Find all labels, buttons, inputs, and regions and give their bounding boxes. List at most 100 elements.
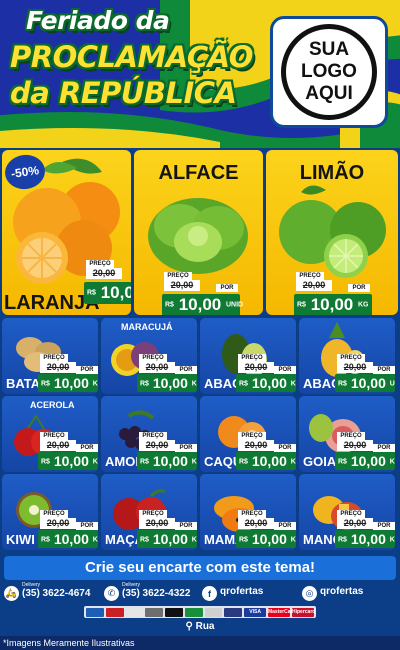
payment-method-icon: card — [125, 607, 144, 617]
price-tag: PREÇO 20,00 POR R$ 10,00 KG — [335, 432, 395, 470]
logo-text-3: AQUI — [305, 83, 353, 104]
cta-banner[interactable]: Crie seu encarte com este tema! — [4, 556, 396, 580]
payment-method-icon: MasterCard — [267, 607, 296, 617]
product-card[interactable]: BATATA PREÇO 20,00 POR R$ 10,00 KG — [2, 318, 98, 394]
old-price: 20,00 — [337, 440, 373, 451]
old-price: 20,00 — [337, 518, 373, 529]
price-tag: PREÇO 20,00 POR R$ 10,00 UNID — [162, 272, 243, 315]
footer: *Imagens Meramente Ilustrativas — [0, 636, 400, 650]
price-label: PREÇO — [86, 260, 114, 268]
product-card[interactable]: ABACATE PREÇO 20,00 POR R$ 10,00 KG — [200, 318, 296, 394]
payment-method-icon: card — [204, 607, 223, 617]
por-label: POR — [274, 522, 296, 530]
product-card[interactable]: MANGA PREÇO 20,00 POR R$ 10,00 KG — [299, 474, 395, 550]
por-label: POR — [175, 522, 197, 530]
product-name: ALFACE — [158, 162, 239, 184]
product-card[interactable]: MAMÃO PREÇO 20,00 POR R$ 10,00 KG — [200, 474, 296, 550]
price-tag: PREÇO 20,00 POR R$ 10,00 KG — [84, 260, 131, 304]
old-price: 20,00 — [139, 440, 175, 451]
por-label: POR — [175, 366, 197, 374]
payment-method-icon: card — [165, 607, 183, 617]
product-card[interactable]: GOIABA PREÇO 20,00 POR R$ 10,00 KG — [299, 396, 395, 472]
product-card[interactable]: ACEROLA PREÇO 20,00 POR R$ 10,00 KG — [2, 396, 98, 472]
product-card[interactable]: ABACAXI PREÇO 20,00 POR R$ 10,00 UN. — [299, 318, 395, 394]
price-tag: PREÇO 20,00 POR R$ 10,00 KG — [38, 510, 98, 548]
facebook-icon: f — [202, 586, 217, 601]
por-label: POR — [274, 444, 296, 452]
new-price: R$ 10,00 KG — [236, 452, 296, 470]
featured-card-laranja[interactable]: -50% LARANJA PREÇO 20,00 POR R$ 10,00 KG — [2, 150, 131, 315]
new-price: R$ 10,00 KG — [38, 374, 98, 392]
featured-card-alface[interactable]: ALFACE PREÇO 20,00 POR R$ 10,00 UNID — [134, 150, 263, 315]
phone-contact-2[interactable]: ✆ Delivery (35) 3622-4322 — [104, 582, 194, 604]
por-label: POR — [348, 284, 370, 292]
price-tag: PREÇO 20,00 POR R$ 10,00 KG — [137, 432, 197, 470]
new-price: R$ 10,00 KG — [38, 530, 98, 548]
new-price: R$ 10,00 KG — [236, 530, 296, 548]
product-card[interactable]: CAQUI PREÇO 20,00 POR R$ 10,00 KG — [200, 396, 296, 472]
old-price: 20,00 — [40, 362, 76, 373]
por-label: POR — [216, 284, 238, 292]
phone-contact-1[interactable]: 🛵 Delivery (35) 3622-4674 — [4, 582, 94, 604]
price-label: PREÇO — [296, 272, 324, 280]
old-price: 20,00 — [86, 268, 122, 279]
new-price: R$ 10,00 KG — [137, 530, 197, 548]
price-label: PREÇO — [337, 354, 365, 362]
location-pin-icon: ⚲ — [185, 621, 193, 632]
contact-bar: 🛵 Delivery (35) 3622-4674 ✆ Delivery (35… — [0, 582, 400, 604]
new-price: R$ 10,00 KG — [294, 294, 372, 315]
price-label: PREÇO — [139, 354, 167, 362]
por-label: POR — [175, 444, 197, 452]
price-tag: PREÇO 20,00 POR R$ 10,00 KG — [137, 354, 197, 392]
price-label: PREÇO — [40, 432, 68, 440]
price-label: PREÇO — [164, 272, 192, 280]
new-price: R$ 10,00 KG — [335, 530, 395, 548]
product-name: LIMÃO — [299, 162, 365, 184]
logo-placeholder[interactable]: SUA LOGO AQUI — [270, 16, 388, 128]
old-price: 20,00 — [238, 362, 274, 373]
price-tag: PREÇO 20,00 POR R$ 10,00 KG — [335, 510, 395, 548]
por-label: POR — [373, 444, 395, 452]
old-price: 20,00 — [296, 280, 332, 291]
price-label: PREÇO — [40, 510, 68, 518]
instagram-icon: ◎ — [302, 586, 317, 601]
flyer: Feriado da PROCLAMAÇÃO da REPÚBLICA SUA … — [0, 0, 400, 650]
payment-method-icon: card — [184, 607, 203, 617]
product-card[interactable]: MAÇA PREÇO 20,00 POR R$ 10,00 KG — [101, 474, 197, 550]
por-label: POR — [373, 366, 395, 374]
price-tag: PREÇO 20,00 POR R$ 10,00 KG — [294, 272, 372, 315]
product-card[interactable]: KIWI PREÇO 20,00 POR R$ 10,00 KG — [2, 474, 98, 550]
por-label: POR — [76, 444, 98, 452]
new-price: R$ 10,00 KG — [236, 374, 296, 392]
phone-number-1: (35) 3622-4674 — [22, 588, 91, 599]
price-tag: PREÇO 20,00 POR R$ 10,00 KG — [236, 510, 296, 548]
old-price: 20,00 — [139, 518, 175, 529]
header-banner: Feriado da PROCLAMAÇÃO da REPÚBLICA SUA … — [0, 0, 400, 148]
product-card[interactable]: MARACUJÁ PREÇO 20,00 POR R$ 10,00 KG — [101, 318, 197, 394]
phone-number-2: (35) 3622-4322 — [122, 588, 191, 599]
product-subtitle: ACEROLA — [30, 400, 75, 410]
price-label: PREÇO — [337, 510, 365, 518]
payment-method-icon: card — [105, 607, 124, 617]
instagram-contact[interactable]: ◎ qrofertas — [302, 582, 392, 604]
product-card[interactable]: AMORA PREÇO 20,00 POR R$ 10,00 KG — [101, 396, 197, 472]
price-tag: PREÇO 20,00 POR R$ 10,00 KG — [38, 354, 98, 392]
address: ⚲ Rua — [0, 621, 400, 634]
old-price: 20,00 — [40, 440, 76, 451]
price-label: PREÇO — [139, 510, 167, 518]
price-tag: PREÇO 20,00 POR R$ 10,00 KG — [38, 432, 98, 470]
payment-methods-bar: cardcardcardcardcardcardcardcardVISAMast… — [84, 606, 316, 618]
old-price: 20,00 — [337, 362, 373, 373]
title-line-3: da REPÚBLICA — [10, 76, 237, 110]
facebook-contact[interactable]: f qrofertas — [202, 582, 282, 604]
old-price: 20,00 — [238, 518, 274, 529]
logo-text-1: SUA — [308, 39, 350, 60]
featured-card-limao[interactable]: LIMÃO PREÇO 20,00 POR R$ 10,00 KG — [266, 150, 398, 315]
logo-circle: SUA LOGO AQUI — [281, 24, 377, 120]
new-price: R$ 10,00 UNID — [162, 294, 243, 315]
new-price: R$ 10,00 KG — [335, 452, 395, 470]
por-label: POR — [373, 522, 395, 530]
address-text: Rua — [195, 621, 215, 632]
new-price: R$ 10,00 UN. — [335, 374, 395, 392]
logo-text-2: LOGO — [301, 61, 357, 82]
